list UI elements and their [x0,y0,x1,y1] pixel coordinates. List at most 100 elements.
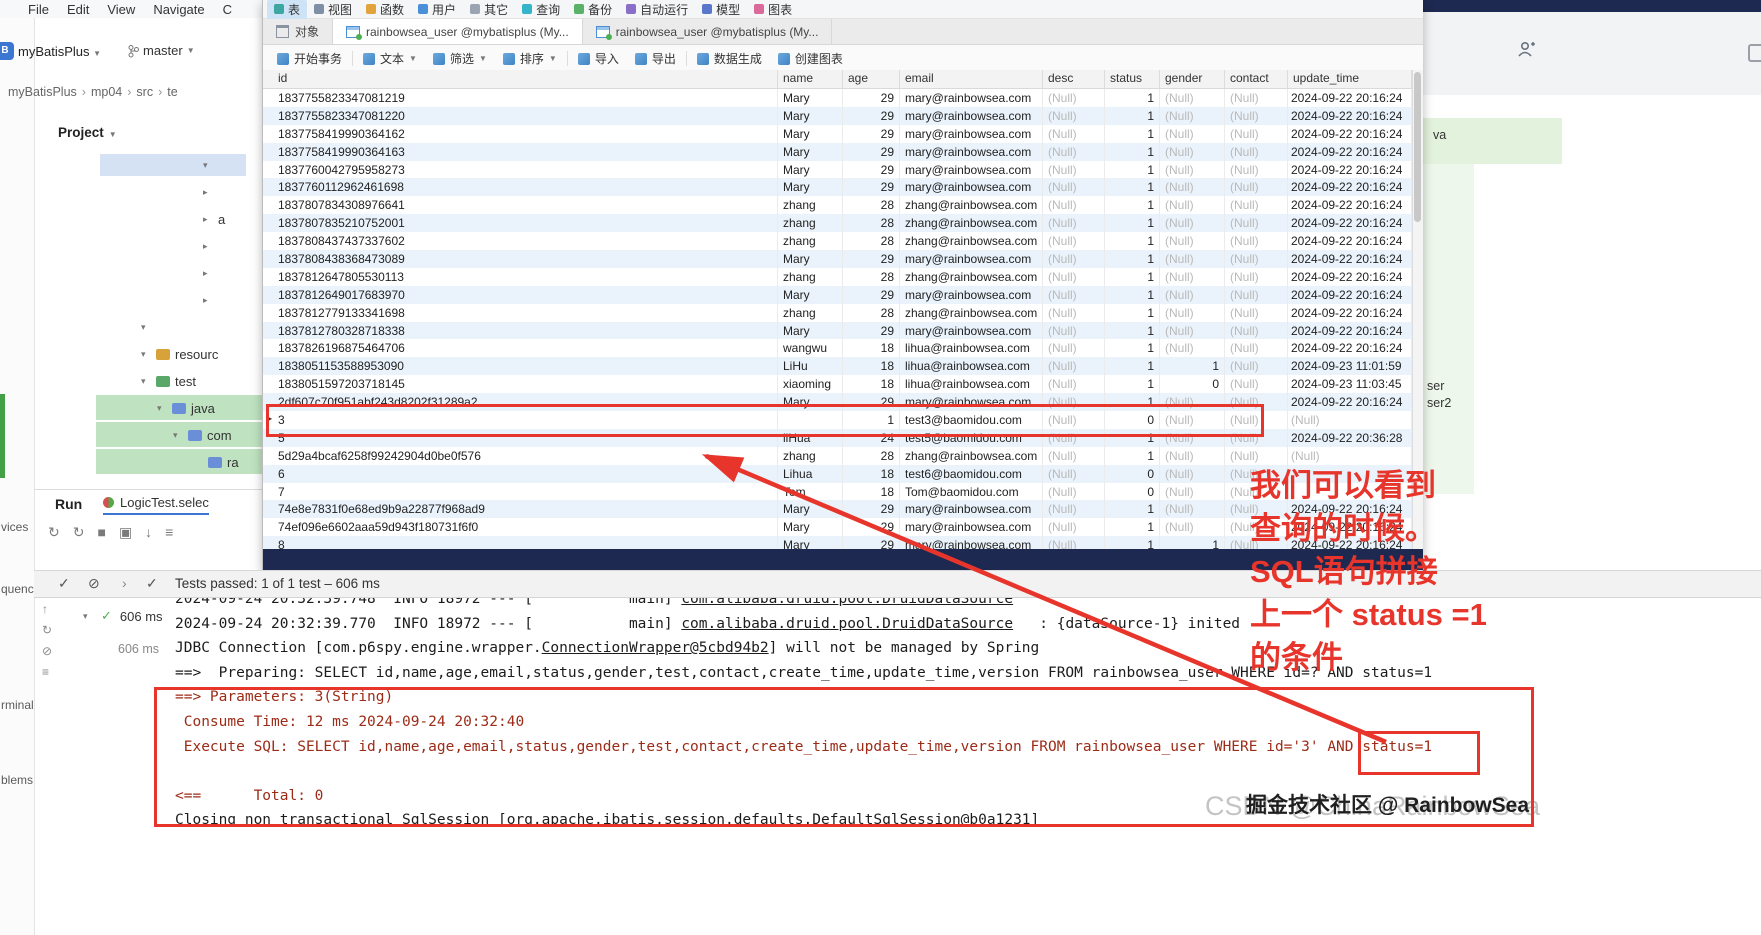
table-cell[interactable]: 1 [1105,106,1160,125]
table-cell[interactable]: (Null) [1160,500,1225,519]
table-cell[interactable]: 1 [1105,232,1160,251]
table-cell[interactable]: (Null) [1225,178,1288,197]
console-link[interactable]: ConnectionWrapper@5cbd94b2 [542,640,769,656]
db-toolbar-7[interactable]: 创建图表 [770,50,851,67]
table-row[interactable]: 1837812780328718338 Mary 29 mary@rainbowsea… [263,321,1412,340]
db-toolbar-2[interactable]: 筛选 ▼ [425,50,495,67]
table-cell[interactable]: (Null) [1160,518,1225,537]
console-link[interactable]: com.alibaba.druid.pool.DruidDataSource [681,616,1013,632]
table-cell[interactable]: zhang [778,446,843,465]
table-cell[interactable]: (Null) [1160,339,1225,358]
table-cell[interactable]: Mary [778,160,843,179]
column-header-desc[interactable]: desc [1043,70,1105,88]
table-cell[interactable]: 1 [1105,250,1160,268]
table-cell[interactable]: (Null) [1043,250,1105,268]
column-header-status[interactable]: status [1105,70,1160,88]
table-cell[interactable]: Mary [778,500,843,519]
table-row[interactable]: 7 Tom 18 Tom@baomidou.com (Null) 0 (Null) (Null… [263,482,1412,501]
table-cell[interactable]: 29 [843,500,900,519]
table-cell[interactable]: 29 [843,178,900,197]
table-cell[interactable]: (Null) [1160,303,1225,322]
table-row[interactable]: 1837807834308976641 zhang 28 zhang@rainbows… [263,196,1412,215]
menu-view[interactable]: View [107,2,135,17]
db-toolbar-0[interactable]: 开始事务 [269,50,350,67]
table-row[interactable]: 1837808437437337602 zhang 28 zhang@rainbows… [263,232,1412,251]
table-cell[interactable]: 1837826196875464706 [263,339,778,358]
table-cell[interactable]: 2024-09-22 20:16:24 [1288,393,1412,412]
table-cell[interactable]: 1 [1105,142,1160,161]
table-cell[interactable]: 29 [843,106,900,125]
table-cell[interactable]: 1837808438368473089 [263,250,778,268]
table-cell[interactable]: 1837812780328718338 [263,321,778,340]
table-cell[interactable]: (Null) [1225,357,1288,376]
table-cell[interactable]: (Null) [1043,303,1105,322]
table-cell[interactable]: 5d29a4bcaf6258f99242904d0be0f576 [263,446,778,465]
table-cell[interactable]: (Null) [1160,321,1225,340]
column-header-gender[interactable]: gender [1160,70,1225,88]
db-tab-1[interactable]: rainbowsea_user @mybatisplus (My... [333,19,583,44]
tree-item-4[interactable]: ▸ [203,262,213,284]
table-cell[interactable]: Mary [778,178,843,197]
table-cell[interactable]: (Null) [1043,357,1105,376]
table-cell[interactable]: zhang [778,214,843,233]
table-cell[interactable]: 29 [843,89,900,107]
db-menu-0[interactable]: 表 [267,0,308,19]
table-cell[interactable]: 18 [843,482,900,501]
table-cell[interactable]: (Null) [1225,250,1288,268]
table-cell[interactable]: 1837807834308976641 [263,196,778,215]
table-cell[interactable]: 18 [843,464,900,483]
table-cell[interactable]: (Null) [1043,160,1105,179]
table-row[interactable]: 1837758419990364162 Mary 29 mary@rainbowsea… [263,124,1412,143]
table-cell[interactable]: (Null) [1225,160,1288,179]
menu-navigate[interactable]: Navigate [153,2,204,17]
table-cell[interactable]: 1 [1105,285,1160,304]
table-cell[interactable]: 1 [1105,214,1160,233]
table-cell[interactable]: mary@rainbowsea.com [900,518,1043,537]
table-cell[interactable]: 28 [843,446,900,465]
show-passed-icon[interactable]: ✓ [58,575,70,592]
db-menu-1[interactable]: 视图 [307,0,359,19]
table-cell[interactable]: 2024-09-22 20:16:24 [1288,339,1412,358]
table-cell[interactable]: zhang@rainbowsea.com [900,196,1043,215]
db-menu-2[interactable]: 函数 [359,0,411,19]
column-header-id[interactable]: id [263,70,778,88]
table-cell[interactable]: 1 [1105,178,1160,197]
tree-item-java[interactable]: ▾ java [157,397,215,419]
menu-code[interactable]: C [223,2,232,17]
table-cell[interactable]: (Null) [1225,339,1288,358]
table-cell[interactable]: (Null) [1160,142,1225,161]
table-cell[interactable]: mary@rainbowsea.com [900,285,1043,304]
table-cell[interactable]: (Null) [1160,464,1225,483]
table-cell[interactable]: 1 [1105,196,1160,215]
table-row[interactable]: 1837758419990364163 Mary 29 mary@rainbowsea… [263,142,1412,161]
table-cell[interactable]: Mary [778,321,843,340]
tree-item-3[interactable]: ▸ [203,235,213,257]
table-cell[interactable]: 1 [1105,89,1160,107]
tree-item-6[interactable]: ▾ [141,316,151,338]
table-cell[interactable]: 1 [1105,321,1160,340]
table-cell[interactable]: mary@rainbowsea.com [900,160,1043,179]
table-cell[interactable]: (Null) [1043,518,1105,537]
tree-item-1[interactable]: ▸ [203,181,213,203]
project-panel-title[interactable]: Project ▼ [58,125,117,140]
table-cell[interactable]: 74ef096e6602aaa59d943f180731f6f0 [263,518,778,537]
table-cell[interactable]: 1837760042795958273 [263,160,778,179]
table-cell[interactable]: 2024-09-22 20:36:28 [1288,428,1412,447]
table-cell[interactable]: 2024-09-22 20:16:24 [1288,124,1412,143]
table-cell[interactable]: 6 [263,464,778,483]
table-cell[interactable]: 74e8e7831f0e68ed9b9a22877f968ad9 [263,500,778,519]
table-cell[interactable]: (Null) [1043,232,1105,251]
db-menu-7[interactable]: 自动运行 [619,0,695,19]
table-cell[interactable]: Mary [778,285,843,304]
table-cell[interactable]: Tom [778,482,843,501]
table-cell[interactable]: zhang@rainbowsea.com [900,232,1043,251]
column-header-update_time[interactable]: update_time [1288,70,1412,88]
table-cell[interactable]: Mary [778,106,843,125]
options-icon[interactable]: ≡ [165,524,173,541]
table-cell[interactable]: (Null) [1160,482,1225,501]
table-cell[interactable]: 2024-09-22 20:16:24 [1288,214,1412,233]
expand-icon[interactable]: › [122,575,127,591]
settings-icon[interactable] [1748,44,1761,62]
table-cell[interactable]: 28 [843,232,900,251]
tree-item-ra[interactable]: ra [208,451,239,473]
